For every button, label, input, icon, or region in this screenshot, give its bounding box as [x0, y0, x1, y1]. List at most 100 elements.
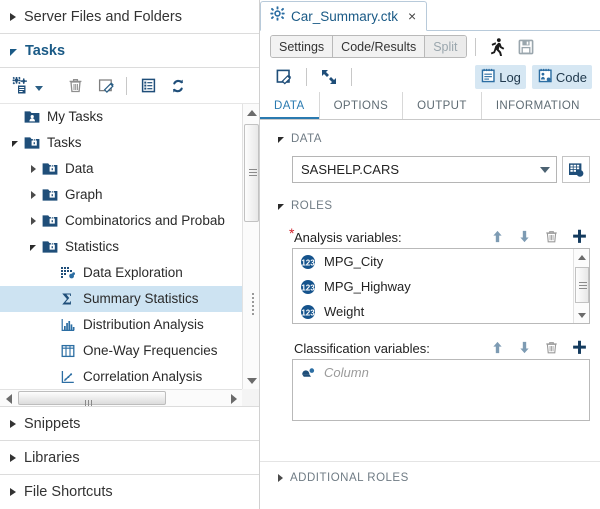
scroll-right-button[interactable] — [225, 390, 242, 407]
classification-variables-list[interactable]: Column — [292, 359, 590, 421]
table-icon — [58, 341, 78, 361]
tree-item-label: Data — [65, 162, 94, 176]
code-button[interactable]: Code — [532, 65, 592, 89]
chevron-down-icon[interactable] — [8, 130, 22, 156]
view-mode-buttons: Settings Code/Results Split — [270, 35, 467, 58]
tree-item-summary-statistics[interactable]: ΣSummary Statistics — [0, 286, 242, 312]
log-button[interactable]: Log — [475, 65, 526, 89]
scrollbar-corner — [242, 389, 259, 406]
svg-text:Σ: Σ — [61, 291, 71, 307]
delete-icon[interactable] — [61, 72, 89, 100]
chevron-right-icon[interactable] — [26, 208, 40, 234]
dropdown-caret-icon[interactable] — [35, 86, 43, 91]
scroll-left-button[interactable] — [0, 390, 17, 407]
run-icon[interactable] — [484, 33, 512, 61]
analysis-list-scrollbar[interactable] — [573, 249, 589, 323]
chevron-down-icon[interactable] — [540, 167, 550, 173]
list-icon[interactable] — [134, 72, 162, 100]
move-down-icon[interactable] — [517, 229, 532, 244]
chevron-right-icon[interactable] — [26, 182, 40, 208]
analysis-variable-row[interactable]: 123Weight — [293, 299, 572, 324]
add-icon[interactable] — [571, 339, 588, 356]
tree-vertical-scroll-thumb[interactable] — [244, 124, 259, 222]
chevron-down-icon — [10, 49, 17, 56]
tree-horizontal-scroll-thumb[interactable] — [18, 391, 166, 405]
document-tab-car-summary[interactable]: Car_Summary.ctk × — [260, 1, 427, 31]
section-label: ROLES — [291, 200, 333, 212]
accordion-snippets[interactable]: Snippets — [0, 407, 259, 441]
tasks-toolbar — [0, 68, 259, 104]
analysis-list-scroll-thumb[interactable] — [575, 267, 589, 303]
tab-data[interactable]: DATA — [260, 92, 320, 119]
code-results-button[interactable]: Code/Results — [333, 36, 425, 57]
tree-spacer — [8, 104, 22, 130]
save-icon[interactable] — [512, 33, 540, 61]
scroll-up-button[interactable] — [243, 104, 259, 121]
tree-item-label: Tasks — [47, 136, 82, 150]
analysis-variable-row[interactable]: 123MPG_City — [293, 249, 572, 274]
tasks-tree-container: My Tasks Tasks Data GraphCombinatorics and … — [0, 104, 259, 407]
chevron-right-icon[interactable] — [26, 156, 40, 182]
tree-item-one-way-frequencies[interactable]: One-Way Frequencies — [0, 338, 242, 364]
section-header-additional-roles[interactable]: ADDITIONAL ROLES — [260, 461, 600, 487]
tree-item-correlation-analysis[interactable]: Correlation Analysis — [0, 364, 242, 389]
tab-options[interactable]: OPTIONS — [320, 92, 404, 119]
accordion-file-shortcuts[interactable]: File Shortcuts — [0, 475, 259, 509]
analysis-variables-label: Analysis variables: — [294, 230, 402, 245]
analysis-variables-list[interactable]: 123MPG_City123MPG_Highway123Weight — [292, 248, 590, 324]
dataset-row: SASHELP.CARS — [292, 156, 590, 183]
accordion-label: Snippets — [24, 416, 80, 432]
tab-information[interactable]: INFORMATION — [482, 92, 594, 119]
tree-item-distribution-analysis[interactable]: Distribution Analysis — [0, 312, 242, 338]
move-up-icon[interactable] — [490, 340, 505, 355]
delete-icon[interactable] — [544, 229, 559, 244]
maximize-icon[interactable] — [315, 63, 343, 91]
tree-item-my-tasks[interactable]: My Tasks — [0, 104, 242, 130]
tree-item-combinatorics-and-probab[interactable]: Combinatorics and Probab — [0, 208, 242, 234]
sigma-icon: Σ — [58, 289, 78, 309]
locked-folder-icon — [40, 159, 60, 179]
scroll-down-button[interactable] — [243, 372, 259, 389]
add-icon[interactable] — [571, 228, 588, 245]
toolbar-divider — [475, 38, 476, 56]
tree-spacer — [44, 286, 58, 312]
analysis-variables-block: * Analysis variables: — [260, 223, 600, 324]
close-icon[interactable]: × — [406, 9, 418, 23]
tree-item-statistics[interactable]: Statistics — [0, 234, 242, 260]
settings-button[interactable]: Settings — [271, 36, 333, 57]
split-button[interactable]: Split — [425, 36, 465, 57]
tree-item-data[interactable]: Data — [0, 156, 242, 182]
move-down-icon[interactable] — [517, 340, 532, 355]
scroll-down-button[interactable] — [574, 307, 590, 323]
accordion-tasks[interactable]: Tasks — [0, 34, 259, 68]
locked-folder-icon — [40, 185, 60, 205]
tree-item-data-exploration[interactable]: Data Exploration — [0, 260, 242, 286]
new-task-icon[interactable] — [8, 72, 32, 100]
classification-variables-label-wrap: Classification variables: — [294, 341, 490, 356]
tree-spacer — [44, 260, 58, 286]
panel-splitter-handle[interactable] — [252, 293, 256, 317]
section-header-data[interactable]: DATA — [260, 126, 600, 152]
move-up-icon[interactable] — [490, 229, 505, 244]
toolbar-divider — [126, 77, 127, 95]
tree-item-graph[interactable]: Graph — [0, 182, 242, 208]
tab-output[interactable]: OUTPUT — [403, 92, 482, 119]
reset-options-icon[interactable] — [270, 63, 298, 91]
scroll-up-button[interactable] — [574, 249, 590, 265]
properties-icon[interactable] — [91, 72, 119, 100]
analysis-variable-name: Weight — [324, 304, 364, 319]
analysis-variable-row[interactable]: 123MPG_Highway — [293, 274, 572, 299]
tree-horizontal-scrollbar[interactable] — [0, 389, 242, 406]
select-table-icon[interactable] — [562, 156, 590, 183]
refresh-icon[interactable] — [164, 72, 192, 100]
tree-item-tasks[interactable]: Tasks — [0, 130, 242, 156]
section-header-roles[interactable]: ROLES — [260, 193, 600, 219]
column-icon — [300, 365, 318, 381]
accordion-libraries[interactable]: Libraries — [0, 441, 259, 475]
accordion-server-files-and-folders[interactable]: Server Files and Folders — [0, 0, 259, 34]
tree-vertical-scrollbar[interactable] — [242, 104, 259, 389]
dataset-value: SASHELP.CARS — [301, 162, 540, 177]
delete-icon[interactable] — [544, 340, 559, 355]
chevron-down-icon[interactable] — [26, 234, 40, 260]
dataset-select[interactable]: SASHELP.CARS — [292, 156, 557, 183]
